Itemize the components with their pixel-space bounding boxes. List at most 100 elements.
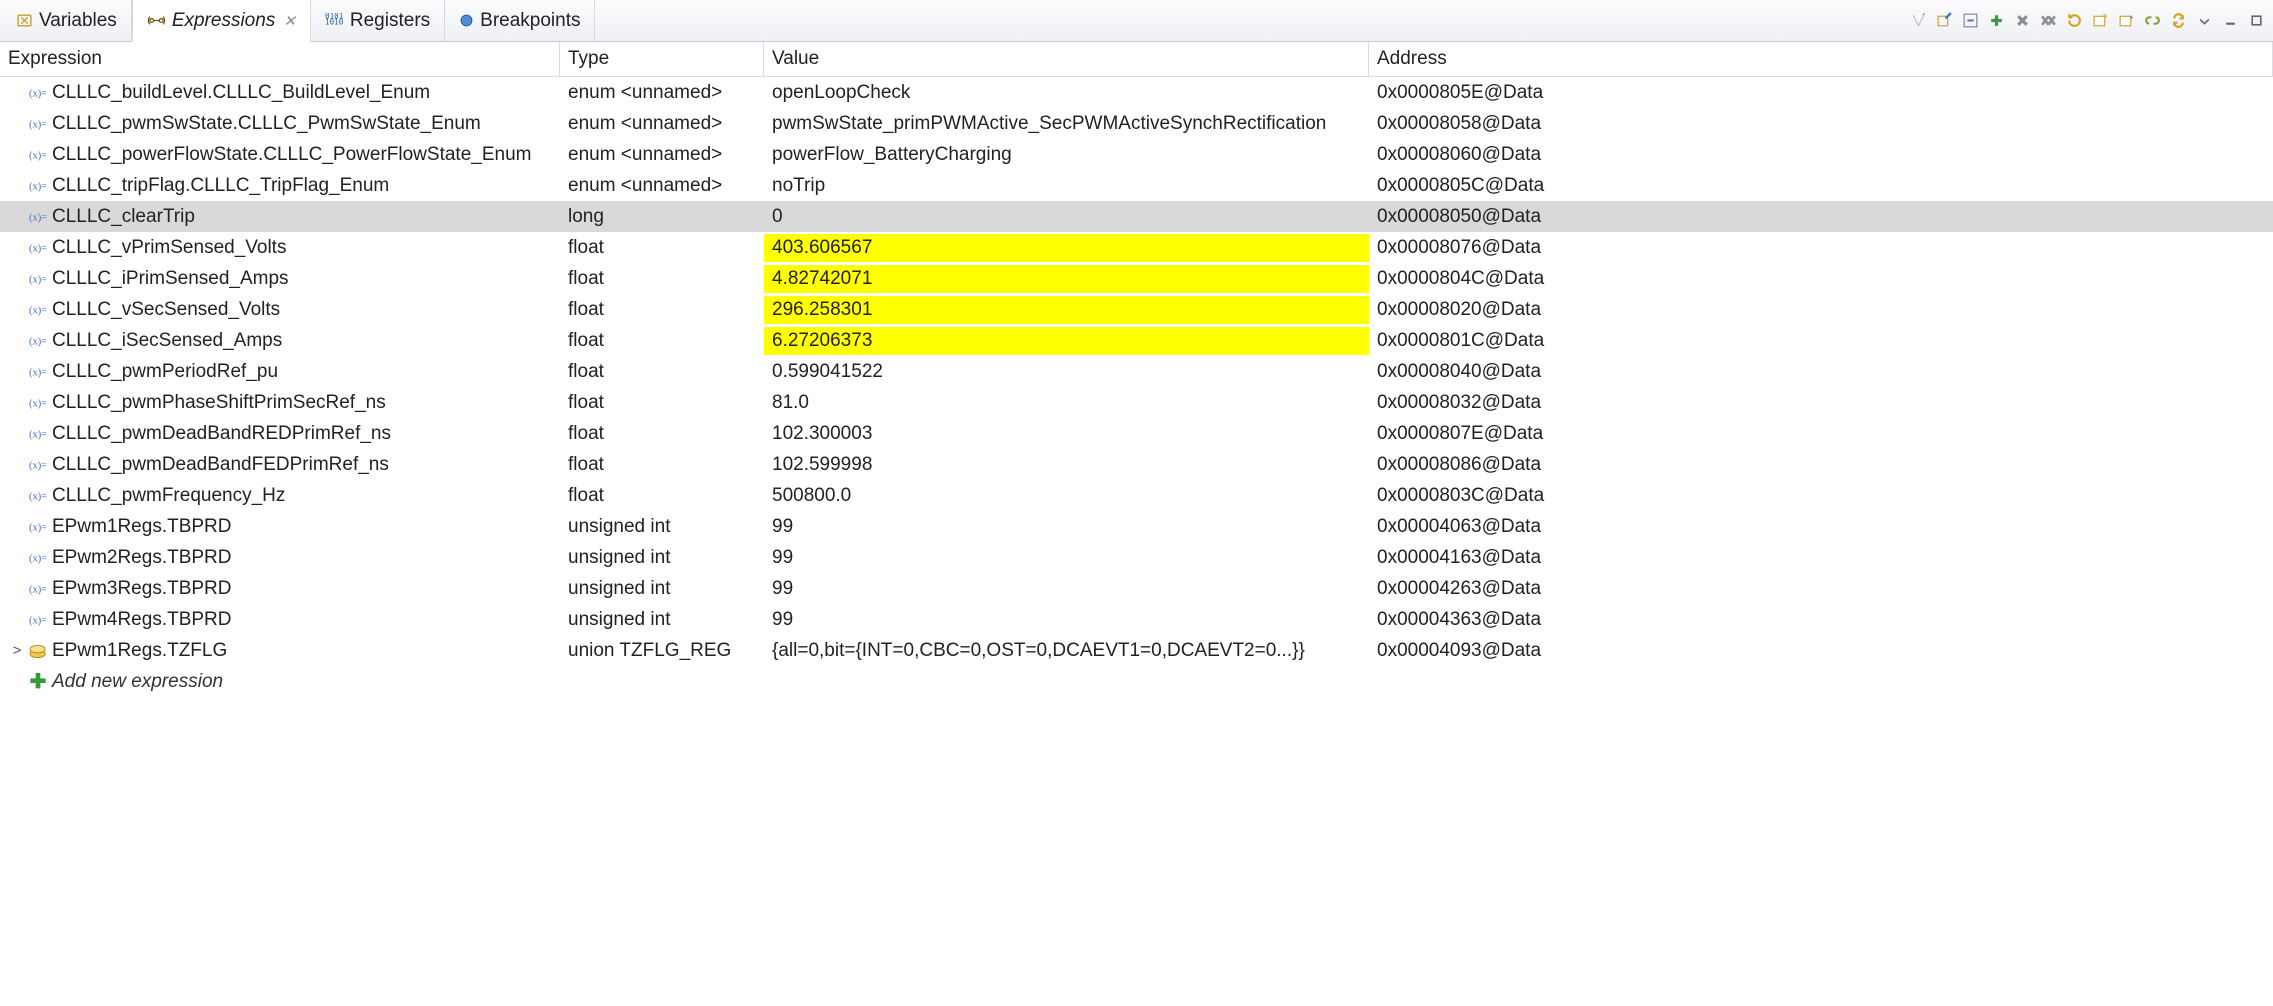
toggle-watch-icon[interactable] xyxy=(1933,10,1955,32)
cell-expression[interactable]: (x)=CLLLC_pwmDeadBandREDPrimRef_ns xyxy=(0,420,560,448)
col-header-type[interactable]: Type xyxy=(560,42,764,76)
cell-expression[interactable]: (x)=CLLLC_powerFlowState.CLLLC_PowerFlow… xyxy=(0,141,560,169)
svg-text:(x)=: (x)= xyxy=(29,212,47,223)
close-icon[interactable]: ✕ xyxy=(283,12,296,30)
table-row[interactable]: (x)=EPwm4Regs.TBPRDunsigned int990x00004… xyxy=(0,604,2273,635)
tab-registers[interactable]: 10100101 Registers xyxy=(311,0,445,41)
add-new-expression-row[interactable]: ✚ Add new expression xyxy=(0,666,2273,697)
table-row[interactable]: (x)=CLLLC_tripFlag.CLLLC_TripFlag_Enumen… xyxy=(0,170,2273,201)
cell-expression[interactable]: (x)=CLLLC_pwmPeriodRef_pu xyxy=(0,358,560,386)
remove-icon[interactable] xyxy=(2011,10,2033,32)
table-row[interactable]: (x)=CLLLC_pwmDeadBandREDPrimRef_nsfloat1… xyxy=(0,418,2273,449)
cell-value[interactable]: 296.258301 xyxy=(764,296,1369,324)
registers-icon: 10100101 xyxy=(325,13,344,28)
table-row[interactable]: (x)=CLLLC_vSecSensed_Voltsfloat296.25830… xyxy=(0,294,2273,325)
table-row[interactable]: >EPwm1Regs.TZFLGunion TZFLG_REG{all=0,bi… xyxy=(0,635,2273,666)
cell-address: 0x00008020@Data xyxy=(1369,296,2273,324)
tab-variables[interactable]: Variables xyxy=(2,0,132,41)
variable-icon: (x)= xyxy=(28,332,48,350)
table-row[interactable]: (x)=CLLLC_pwmSwState.CLLLC_PwmSwState_En… xyxy=(0,108,2273,139)
table-row[interactable]: (x)=CLLLC_iPrimSensed_Ampsfloat4.8274207… xyxy=(0,263,2273,294)
cell-expression[interactable]: (x)=EPwm3Regs.TBPRD xyxy=(0,575,560,603)
cell-value[interactable]: 0.599041522 xyxy=(764,358,1369,386)
expression-name: CLLLC_pwmFrequency_Hz xyxy=(52,485,285,507)
cell-address: 0x00008060@Data xyxy=(1369,141,2273,169)
variable-icon: (x)= xyxy=(28,208,48,226)
svg-text:(x)=: (x)= xyxy=(29,150,47,161)
cell-value[interactable]: 99 xyxy=(764,513,1369,541)
col-header-expression[interactable]: Expression xyxy=(0,42,560,76)
cell-value[interactable]: 99 xyxy=(764,575,1369,603)
variable-icon: (x)= xyxy=(28,115,48,133)
cell-expression[interactable]: (x)=CLLLC_pwmFrequency_Hz xyxy=(0,482,560,510)
table-row[interactable]: (x)=EPwm1Regs.TBPRDunsigned int990x00004… xyxy=(0,511,2273,542)
pin-view-icon[interactable] xyxy=(2115,10,2137,32)
cell-expression[interactable]: (x)=CLLLC_vSecSensed_Volts xyxy=(0,296,560,324)
table-row[interactable]: (x)=EPwm2Regs.TBPRDunsigned int990x00004… xyxy=(0,542,2273,573)
cell-value[interactable]: 99 xyxy=(764,544,1369,572)
cell-type: float xyxy=(560,420,764,448)
cell-value[interactable]: 4.82742071 xyxy=(764,265,1369,293)
svg-text:(x)=: (x)= xyxy=(29,615,47,626)
col-header-value[interactable]: Value xyxy=(764,42,1369,76)
cell-expression[interactable]: (x)=CLLLC_pwmPhaseShiftPrimSecRef_ns xyxy=(0,389,560,417)
cell-value[interactable]: 102.300003 xyxy=(764,420,1369,448)
cell-expression[interactable]: (x)=CLLLC_iPrimSensed_Amps xyxy=(0,265,560,293)
cell-expression[interactable]: (x)=CLLLC_pwmDeadBandFEDPrimRef_ns xyxy=(0,451,560,479)
table-row[interactable]: (x)=CLLLC_powerFlowState.CLLLC_PowerFlow… xyxy=(0,139,2273,170)
table-row[interactable]: (x)=CLLLC_iSecSensed_Ampsfloat6.27206373… xyxy=(0,325,2273,356)
collapse-all-icon[interactable] xyxy=(1959,10,1981,32)
svg-text:(x)=: (x)= xyxy=(29,274,47,285)
cell-value[interactable]: 99 xyxy=(764,606,1369,634)
col-header-address[interactable]: Address xyxy=(1369,42,2273,76)
cell-value[interactable]: 81.0 xyxy=(764,389,1369,417)
cell-value[interactable]: openLoopCheck xyxy=(764,79,1369,107)
table-row[interactable]: (x)=CLLLC_pwmFrequency_Hzfloat500800.00x… xyxy=(0,480,2273,511)
svg-text:(x)=: (x)= xyxy=(29,553,47,564)
cell-expression[interactable]: (x)=CLLLC_buildLevel.CLLLC_BuildLevel_En… xyxy=(0,79,560,107)
remove-all-icon[interactable] xyxy=(2037,10,2059,32)
view-menu-icon[interactable] xyxy=(2193,10,2215,32)
cell-type: unsigned int xyxy=(560,575,764,603)
cell-value[interactable]: 6.27206373 xyxy=(764,327,1369,355)
view-toolbar xyxy=(1907,0,2273,41)
link-icon[interactable] xyxy=(2141,10,2163,32)
variable-icon: (x)= xyxy=(28,177,48,195)
cell-expression[interactable]: >EPwm1Regs.TZFLG xyxy=(0,637,560,665)
cell-expression[interactable]: (x)= EPwm2Regs.TBPRD xyxy=(0,544,560,572)
table-row[interactable]: (x)=CLLLC_vPrimSensed_Voltsfloat403.6065… xyxy=(0,232,2273,263)
show-type-names-icon[interactable] xyxy=(1907,10,1929,32)
continuous-refresh-icon[interactable] xyxy=(2167,10,2189,32)
cell-value[interactable]: powerFlow_BatteryCharging xyxy=(764,141,1369,169)
refresh-icon[interactable] xyxy=(2063,10,2085,32)
table-row[interactable]: (x)=CLLLC_clearTriplong00x00008050@Data xyxy=(0,201,2273,232)
add-expression-icon[interactable] xyxy=(1985,10,2007,32)
table-row[interactable]: (x)=EPwm3Regs.TBPRDunsigned int990x00004… xyxy=(0,573,2273,604)
maximize-icon[interactable] xyxy=(2245,10,2267,32)
cell-expression[interactable]: (x)=EPwm1Regs.TBPRD xyxy=(0,513,560,541)
table-row[interactable]: (x)=CLLLC_pwmPhaseShiftPrimSecRef_nsfloa… xyxy=(0,387,2273,418)
tab-expressions[interactable]: Expressions ✕ xyxy=(132,0,311,42)
tab-breakpoints[interactable]: Breakpoints xyxy=(445,0,595,41)
cell-value[interactable]: 403.606567 xyxy=(764,234,1369,262)
table-row[interactable]: (x)=CLLLC_buildLevel.CLLLC_BuildLevel_En… xyxy=(0,77,2273,108)
cell-value[interactable]: pwmSwState_primPWMActive_SecPWMActiveSyn… xyxy=(764,110,1369,138)
cell-expression[interactable]: (x)=CLLLC_vPrimSensed_Volts xyxy=(0,234,560,262)
cell-expression[interactable]: (x)=CLLLC_pwmSwState.CLLLC_PwmSwState_En… xyxy=(0,110,560,138)
expression-name: EPwm2Regs.TBPRD xyxy=(52,547,232,569)
cell-address: 0x00008076@Data xyxy=(1369,234,2273,262)
minimize-icon[interactable] xyxy=(2219,10,2241,32)
cell-expression[interactable]: (x)=EPwm4Regs.TBPRD xyxy=(0,606,560,634)
table-row[interactable]: (x)=CLLLC_pwmDeadBandFEDPrimRef_nsfloat1… xyxy=(0,449,2273,480)
expand-twisty[interactable]: > xyxy=(10,643,24,658)
cell-value[interactable]: noTrip xyxy=(764,172,1369,200)
cell-expression[interactable]: (x)=CLLLC_clearTrip xyxy=(0,203,560,231)
new-watch-icon[interactable] xyxy=(2089,10,2111,32)
cell-value[interactable]: 102.599998 xyxy=(764,451,1369,479)
cell-value[interactable]: {all=0,bit={INT=0,CBC=0,OST=0,DCAEVT1=0,… xyxy=(764,637,1369,665)
cell-expression[interactable]: (x)=CLLLC_iSecSensed_Amps xyxy=(0,327,560,355)
cell-value[interactable]: 0 xyxy=(764,203,1369,231)
table-row[interactable]: (x)=CLLLC_pwmPeriodRef_pufloat0.59904152… xyxy=(0,356,2273,387)
cell-expression[interactable]: (x)=CLLLC_tripFlag.CLLLC_TripFlag_Enum xyxy=(0,172,560,200)
cell-value[interactable]: 500800.0 xyxy=(764,482,1369,510)
